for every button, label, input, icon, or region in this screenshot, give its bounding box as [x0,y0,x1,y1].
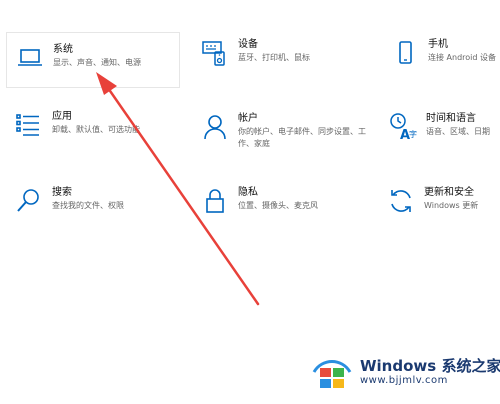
settings-tile-apps[interactable]: 应用 卸载、默认值、可选功能 [14,110,194,140]
list-icon [14,110,44,140]
tile-description: Windows 更新 [424,201,479,210]
settings-tile-time-language[interactable]: A字 时间和语言 语音、区域、日期 [388,112,500,142]
search-icon [14,186,44,216]
language-icon: A字 [388,112,418,142]
tile-description: 位置、摄像头、麦克风 [238,201,318,210]
sync-icon [386,186,416,216]
settings-tile-devices[interactable]: 设备 蓝牙、打印机、鼠标 [200,38,380,68]
settings-tile-update-security[interactable]: 更新和安全 Windows 更新 [386,186,500,216]
svg-text:字: 字 [409,129,417,139]
tile-title: 更新和安全 [424,187,474,198]
person-icon [200,112,230,142]
phone-icon [390,38,420,68]
tile-title: 应用 [52,111,72,122]
tile-title: 帐户 [238,113,258,124]
watermark: Windows 系统之家 www.bjjmlv.com [312,352,500,392]
watermark-url: www.bjjmlv.com [360,374,448,386]
tile-title: 隐私 [238,187,258,198]
settings-tile-search[interactable]: 搜索 查找我的文件、权限 [14,186,194,216]
tile-title: 系统 [53,44,73,55]
settings-tile-privacy[interactable]: 隐私 位置、摄像头、麦克风 [200,186,380,216]
watermark-brand-cn: 系统之家 [441,356,500,375]
tile-title: 设备 [238,39,258,50]
tile-description: 连接 Android 设备 [428,53,497,62]
laptop-icon [15,43,45,73]
tile-description: 显示、声音、通知、电源 [53,58,141,67]
tile-title: 搜索 [52,187,72,198]
tile-description: 语音、区域、日期 [426,127,490,136]
tile-description: 你的帐户、电子邮件、同步设置、工作、家庭 [238,127,366,148]
watermark-brand: Windows [360,356,437,375]
settings-tile-phone[interactable]: 手机 连接 Android 设备 [390,38,500,68]
settings-tile-accounts[interactable]: 帐户 你的帐户、电子邮件、同步设置、工作、家庭 [200,112,380,150]
tile-title: 时间和语言 [426,113,476,124]
tile-title: 手机 [428,39,448,50]
lock-icon [200,186,230,216]
settings-tile-system[interactable]: 系统 显示、声音、通知、电源 [6,32,180,88]
tile-description: 查找我的文件、权限 [52,201,124,210]
keyboard-speaker-icon [200,38,230,68]
tile-description: 卸载、默认值、可选功能 [52,125,140,134]
windows-logo-icon [312,354,352,390]
tile-description: 蓝牙、打印机、鼠标 [238,53,310,62]
